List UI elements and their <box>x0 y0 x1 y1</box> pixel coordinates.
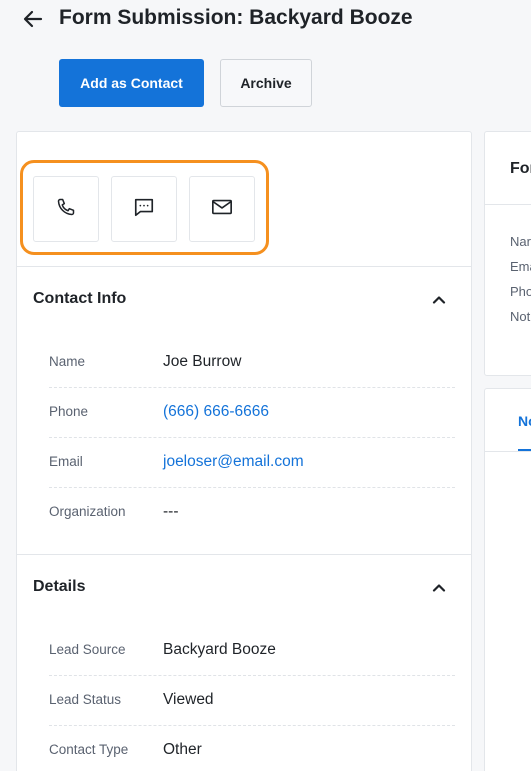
back-arrow-icon[interactable] <box>22 8 44 30</box>
field-value: --- <box>163 503 179 520</box>
divider <box>17 554 471 555</box>
contact-row-phone: Phone (666) 666-6666 <box>33 388 455 438</box>
field-label: Lead Source <box>49 642 126 657</box>
field-label: Lead Status <box>49 692 122 707</box>
notes-card: No <box>484 388 531 771</box>
form-card-title: For <box>510 160 531 177</box>
details-row-lead-status: Lead Status Viewed <box>33 676 455 726</box>
field-value: Joe Burrow <box>163 353 242 370</box>
mail-icon <box>211 197 233 222</box>
field-label: Email <box>49 454 83 469</box>
contact-row-organization: Organization --- <box>33 488 455 538</box>
field-label: Name <box>49 354 86 369</box>
chevron-up-icon[interactable] <box>430 290 448 308</box>
field-label: Organization <box>49 504 126 519</box>
contact-info-title: Contact Info <box>33 290 127 307</box>
field-label: Nar <box>510 234 531 249</box>
details-title: Details <box>33 578 86 595</box>
chevron-up-icon[interactable] <box>430 578 448 596</box>
phone-icon <box>56 197 76 222</box>
page-title: Form Submission: Backyard Booze <box>59 6 413 29</box>
field-value: Backyard Booze <box>163 641 276 658</box>
email-link[interactable]: joeloser@email.com <box>163 453 304 471</box>
page-header: Form Submission: Backyard Booze <box>0 0 531 40</box>
contact-row-email: Email joeloser@email.com <box>33 438 455 488</box>
details-row-lead-source: Lead Source Backyard Booze <box>33 626 455 676</box>
call-button[interactable] <box>33 176 99 242</box>
phone-link[interactable]: (666) 666-6666 <box>163 403 269 421</box>
field-label: Contact Type <box>49 742 129 757</box>
add-as-contact-button[interactable]: Add as Contact <box>59 59 204 107</box>
email-button[interactable] <box>189 176 255 242</box>
details-row-contact-type: Contact Type Other <box>33 726 455 771</box>
tab-notes[interactable]: No <box>518 413 531 429</box>
field-label: Pho <box>510 284 531 299</box>
archive-button[interactable]: Archive <box>220 59 312 107</box>
contact-row-name: Name Joe Burrow <box>33 338 455 388</box>
field-value: Other <box>163 741 202 758</box>
text-message-button[interactable] <box>111 176 177 242</box>
form-details-card: For Nar Ema Pho Not <box>484 131 531 376</box>
field-label: Phone <box>49 404 89 419</box>
divider <box>17 266 471 267</box>
field-label: Ema <box>510 259 531 274</box>
field-label: Not <box>510 309 531 324</box>
message-icon <box>133 196 155 223</box>
field-value: Viewed <box>163 691 214 708</box>
